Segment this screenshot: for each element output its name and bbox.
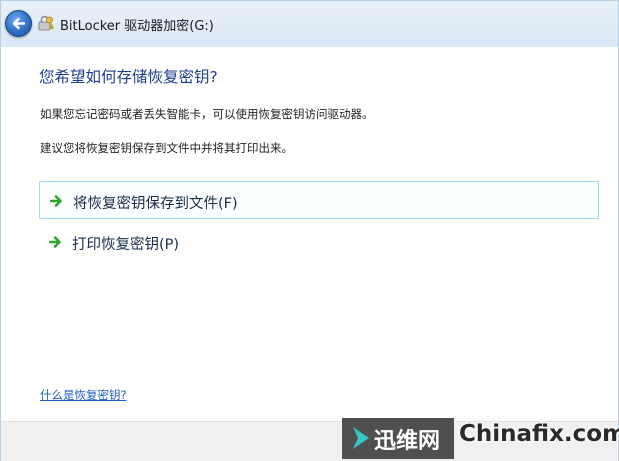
bitlocker-key-icon	[38, 15, 54, 31]
print-key-option[interactable]: 打印恢复密钥(P)	[39, 223, 599, 261]
option-label: 打印恢复密钥(P)	[72, 237, 180, 253]
recommendation-text: 建议您将恢复密钥保存到文件中并将其打印出来。	[40, 141, 293, 155]
watermark-cn-text: 迅维网	[374, 429, 441, 454]
wizard-window: BitLocker 驱动器加密(G:) 您希望如何存储恢复密钥? 如果您忘记密码…	[0, 0, 619, 461]
title-bar: BitLocker 驱动器加密(G:)	[1, 1, 618, 47]
back-button[interactable]	[5, 10, 32, 37]
option-label: 将恢复密钥保存到文件(F)	[73, 196, 238, 212]
page-heading: 您希望如何存储恢复密钥?	[39, 68, 218, 86]
save-to-file-option[interactable]: 将恢复密钥保存到文件(F)	[39, 181, 599, 219]
window-title: BitLocker 驱动器加密(G:)	[60, 19, 214, 34]
back-arrow-icon	[12, 17, 26, 30]
watermark-logo-icon	[353, 427, 369, 449]
green-arrow-icon	[50, 195, 62, 207]
description-text: 如果您忘记密码或者丢失智能卡，可以使用恢复密钥访问驱动器。	[40, 107, 374, 121]
green-arrow-icon	[49, 236, 61, 248]
recovery-key-help-link[interactable]: 什么是恢复密钥?	[40, 387, 127, 403]
watermark-en-text: Chinafix.com	[459, 421, 619, 447]
